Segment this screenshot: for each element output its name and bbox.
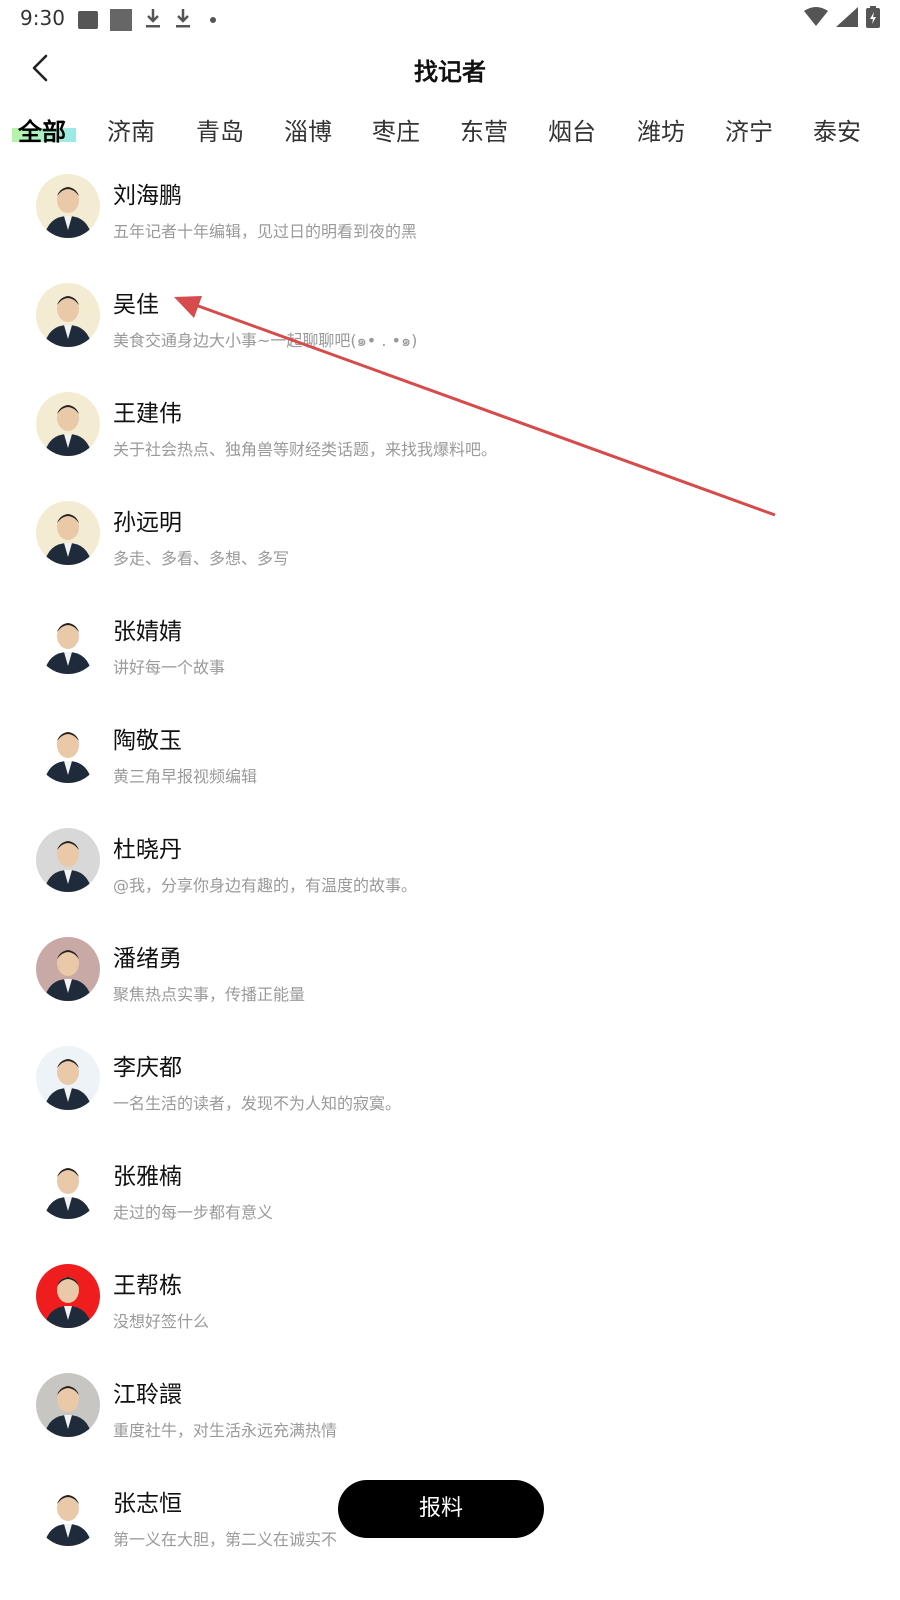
reporter-name: 张婧婧 xyxy=(113,619,182,645)
system-icons xyxy=(804,6,880,28)
reporter-description: 重度社牛，对生活永远充满热情 xyxy=(113,1421,338,1440)
tab-label: 青岛 xyxy=(196,118,244,146)
reporter-name: 江聆譞 xyxy=(113,1382,182,1408)
signal-icon xyxy=(836,7,858,27)
reporter-avatar xyxy=(36,501,100,565)
tab-label: 枣庄 xyxy=(372,118,420,146)
tab-weifang[interactable]: 潍坊 xyxy=(637,112,685,147)
tab-yantai[interactable]: 烟台 xyxy=(548,112,596,147)
reporter-name: 杜晓丹 xyxy=(113,837,182,863)
reporter-list-item[interactable]: 刘海鹏五年记者十年编辑，见过日的明看到夜的黑 xyxy=(0,160,900,269)
reporter-avatar xyxy=(36,1264,100,1328)
reporter-list-item[interactable]: 张雅楠走过的每一步都有意义 xyxy=(0,1141,900,1250)
reporter-description: 黄三角早报视频编辑 xyxy=(113,767,258,786)
reporter-description: 一名生活的读者，发现不为人知的寂寞。 xyxy=(113,1094,402,1113)
reporter-name: 张志恒 xyxy=(113,1491,182,1517)
reporter-avatar xyxy=(36,719,100,783)
battery-icon xyxy=(866,6,880,28)
tab-zaozhuang[interactable]: 枣庄 xyxy=(372,112,420,147)
image-icon xyxy=(78,11,98,29)
reporter-list-item[interactable]: 陶敬玉黄三角早报视频编辑 xyxy=(0,705,900,814)
reporter-list-item[interactable]: 李庆都一名生活的读者，发现不为人知的寂寞。 xyxy=(0,1032,900,1141)
reporter-name: 吴佳 xyxy=(113,292,159,318)
reporter-description: 关于社会热点、独角兽等财经类话题，来找我爆料吧。 xyxy=(113,440,498,459)
tab-qingdao[interactable]: 青岛 xyxy=(196,112,244,147)
reporter-description: 讲好每一个故事 xyxy=(113,658,226,677)
tab-jining[interactable]: 济宁 xyxy=(725,112,773,147)
page-title: 找记者 xyxy=(414,58,486,86)
tab-label: 潍坊 xyxy=(637,118,685,146)
tab-dongying[interactable]: 东营 xyxy=(460,112,508,147)
tab-label: 烟台 xyxy=(548,118,596,146)
download-icon xyxy=(144,7,162,33)
reporter-avatar xyxy=(36,1046,100,1110)
reporter-name: 张雅楠 xyxy=(113,1164,182,1190)
tab-taian[interactable]: 泰安 xyxy=(813,112,861,147)
reporter-avatar xyxy=(36,1482,100,1546)
tab-jinan[interactable]: 济南 xyxy=(107,112,155,147)
reporter-description: 聚焦热点实事，传播正能量 xyxy=(113,985,306,1004)
reporter-avatar xyxy=(36,1155,100,1219)
reporter-list-item[interactable]: 潘绪勇聚焦热点实事，传播正能量 xyxy=(0,923,900,1032)
reporter-avatar xyxy=(36,1373,100,1437)
wifi-icon xyxy=(804,7,828,26)
status-time: 9:30 xyxy=(20,6,65,30)
reporter-list-item[interactable]: 杜晓丹 @我，分享你身边有趣的，有温度的故事。 xyxy=(0,814,900,923)
reporter-list-item[interactable]: 江聆譞重度社牛，对生活永远充满热情 xyxy=(0,1359,900,1468)
reporter-name: 王建伟 xyxy=(113,401,182,427)
more-notifications-dot-icon xyxy=(210,17,216,23)
reporter-name: 刘海鹏 xyxy=(113,183,182,209)
tab-label: 济宁 xyxy=(725,118,773,146)
tab-all[interactable]: 全部 xyxy=(18,112,66,147)
reporter-avatar xyxy=(36,937,100,1001)
reporter-name: 王帮栋 xyxy=(113,1273,182,1299)
header: 找记者 xyxy=(0,40,900,100)
reporter-avatar xyxy=(36,174,100,238)
notification-icons xyxy=(78,7,216,33)
tab-label: 淄博 xyxy=(284,118,332,146)
reporter-list-item[interactable]: 王帮栋 没想好签什么 xyxy=(0,1250,900,1359)
reporter-name: 陶敬玉 xyxy=(113,728,182,754)
reporter-description: 美食交通身边大小事~一起聊聊吧(๑• . •๑) xyxy=(113,331,418,350)
download-icon-2 xyxy=(174,7,192,33)
reporter-list-item[interactable]: 张婧婧讲好每一个故事 xyxy=(0,596,900,705)
reporter-description: 五年记者十年编辑，见过日的明看到夜的黑 xyxy=(113,222,418,241)
tab-label: 泰安 xyxy=(813,118,861,146)
reporter-list-item[interactable]: 吴佳美食交通身边大小事~一起聊聊吧(๑• . •๑) xyxy=(0,269,900,378)
report-button[interactable]: 报料 xyxy=(338,1480,544,1538)
city-tabs: 全部 济南 青岛 淄博 枣庄 东营 烟台 潍坊 济宁 泰安 xyxy=(0,106,900,152)
app-icon xyxy=(110,9,132,31)
reporter-avatar xyxy=(36,610,100,674)
reporter-avatar xyxy=(36,392,100,456)
reporter-avatar xyxy=(36,828,100,892)
tab-zibo[interactable]: 淄博 xyxy=(284,112,332,147)
reporter-name: 潘绪勇 xyxy=(113,946,182,972)
reporter-description: 没想好签什么 xyxy=(113,1312,210,1331)
reporter-avatar xyxy=(36,283,100,347)
reporter-description: @我，分享你身边有趣的，有温度的故事。 xyxy=(113,876,418,895)
reporter-description: 第一义在大胆，第二义在诚实不 xyxy=(113,1530,338,1549)
tab-label: 济南 xyxy=(107,118,155,146)
tab-label: 东营 xyxy=(460,118,508,146)
tab-label: 全部 xyxy=(18,118,66,146)
reporter-list-item[interactable]: 孙远明多走、多看、多想、多写 xyxy=(0,487,900,596)
reporter-description: 多走、多看、多想、多写 xyxy=(113,549,290,568)
reporter-name: 李庆都 xyxy=(113,1055,182,1081)
reporter-name: 孙远明 xyxy=(113,510,182,536)
status-bar: 9:30 xyxy=(0,0,900,36)
reporter-description: 走过的每一步都有意义 xyxy=(113,1203,274,1222)
reporter-list-item[interactable]: 王建伟关于社会热点、独角兽等财经类话题，来找我爆料吧。 xyxy=(0,378,900,487)
